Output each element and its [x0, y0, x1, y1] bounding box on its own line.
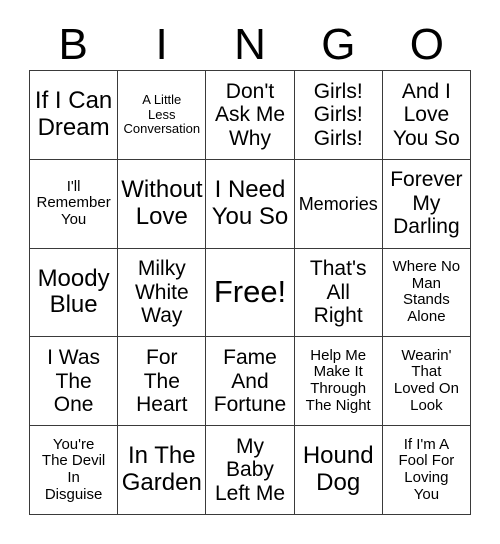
bingo-cell-label: If I'm A Fool For Loving You: [398, 435, 455, 503]
bingo-header: B I N G O: [29, 20, 471, 70]
bingo-cell[interactable]: Fame And Fortune: [206, 337, 295, 427]
bingo-cell[interactable]: In The Garden: [118, 426, 207, 515]
bingo-cell-label: I Was The One: [47, 346, 101, 417]
bingo-cell[interactable]: I Need You So: [206, 159, 295, 249]
bingo-cell[interactable]: For The Heart: [118, 337, 207, 427]
bingo-cell-label: Hound Dog: [302, 442, 374, 497]
bingo-card: B I N G O If I Can Dream A Little Less C…: [0, 0, 500, 544]
bingo-cell-label: A Little Less Conversation: [123, 92, 201, 137]
bingo-cell[interactable]: And I Love You So: [382, 71, 471, 160]
bingo-cell-label: You're The Devil In Disguise: [41, 435, 106, 503]
bingo-cell-label: Milky White Way: [134, 257, 189, 328]
bingo-cell[interactable]: If I Can Dream: [30, 71, 119, 160]
bingo-header-letter-g: G: [321, 20, 356, 69]
bingo-cell-label: And I Love You So: [392, 79, 460, 150]
bingo-cell[interactable]: Without Love: [118, 159, 207, 249]
bingo-cell[interactable]: Milky White Way: [118, 248, 207, 338]
bingo-cell[interactable]: You're The Devil In Disguise: [30, 426, 119, 515]
bingo-cell-label: Help Me Make It Through The Night: [305, 346, 371, 415]
bingo-cell-label: Free!: [213, 274, 287, 310]
bingo-cell[interactable]: I'll Remember You: [30, 159, 119, 249]
bingo-cell[interactable]: Forever My Darling: [382, 159, 471, 249]
bingo-cell[interactable]: Help Me Make It Through The Night: [294, 337, 383, 427]
bingo-cell-label: Fame And Fortune: [213, 346, 287, 417]
bingo-cell-label: In The Garden: [121, 442, 202, 497]
bingo-cell-free-space[interactable]: Free!: [206, 248, 295, 338]
bingo-cell[interactable]: That's All Right: [294, 248, 383, 338]
bingo-cell-label: Wearin' That Loved On Look: [393, 346, 459, 415]
bingo-cell[interactable]: If I'm A Fool For Loving You: [382, 426, 471, 515]
bingo-grid: If I Can Dream A Little Less Conversatio…: [29, 70, 471, 515]
bingo-header-letter-n: N: [234, 20, 266, 69]
bingo-header-letter-b: B: [58, 20, 88, 69]
bingo-cell-label: Girls! Girls! Girls!: [313, 79, 363, 150]
bingo-cell[interactable]: Girls! Girls! Girls!: [294, 71, 383, 160]
bingo-cell-label: I'll Remember You: [36, 177, 111, 229]
bingo-cell[interactable]: Wearin' That Loved On Look: [382, 337, 471, 427]
bingo-cell[interactable]: My Baby Left Me: [206, 426, 295, 515]
bingo-cell[interactable]: Moody Blue: [30, 248, 119, 338]
bingo-cell-label: If I Can Dream: [34, 87, 113, 141]
bingo-cell-label: I Need You So: [211, 175, 289, 230]
bingo-cell-label: Moody Blue: [37, 264, 110, 319]
bingo-cell-label: Memories: [298, 193, 378, 214]
bingo-cell[interactable]: Memories: [294, 159, 383, 249]
bingo-cell[interactable]: Where No Man Stands Alone: [382, 248, 471, 338]
bingo-header-letter-o: O: [409, 20, 444, 69]
bingo-cell-label: Where No Man Stands Alone: [392, 257, 461, 326]
bingo-cell-label: For The Heart: [136, 346, 188, 417]
bingo-cell-label: My Baby Left Me: [214, 434, 286, 505]
bingo-cell-label: Don't Ask Me Why: [214, 79, 285, 150]
bingo-cell[interactable]: I Was The One: [30, 337, 119, 427]
bingo-cell-label: That's All Right: [309, 257, 367, 328]
bingo-cell[interactable]: Don't Ask Me Why: [206, 71, 295, 160]
bingo-header-letter-i: I: [155, 20, 168, 69]
bingo-cell-label: Without Love: [121, 175, 203, 230]
bingo-cell[interactable]: Hound Dog: [294, 426, 383, 515]
bingo-cell-label: Forever My Darling: [390, 168, 463, 239]
bingo-cell[interactable]: A Little Less Conversation: [118, 71, 207, 160]
